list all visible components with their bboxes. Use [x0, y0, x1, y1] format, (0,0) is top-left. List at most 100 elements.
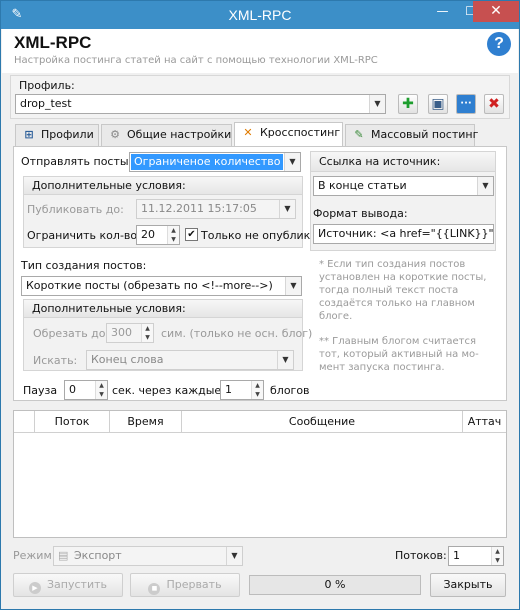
tab-mass-posting[interactable]: ✎ Массовый постинг — [345, 124, 479, 146]
only-unpublished-label: Только не опублик — [201, 229, 311, 242]
chevron-down-icon[interactable]: ▼ — [369, 95, 385, 113]
add-profile-button[interactable]: ✚ — [398, 94, 418, 114]
crosspost-icon: ✕ — [243, 126, 253, 139]
profile-label: Профиль: — [19, 79, 75, 92]
main-window: ✎ XML-RPC — ☐ ✕ XML-RPC Настройка постин… — [0, 0, 520, 610]
start-button[interactable]: ▶ Запустить — [13, 573, 123, 597]
title-bar[interactable]: ✎ XML-RPC — ☐ ✕ — [1, 1, 519, 29]
column-header[interactable]: Время — [110, 411, 182, 433]
crosspost-panel: Отправлять посты: Ограниченое количество… — [13, 146, 507, 401]
trim-unit-label: сим. (только не осн. блог) — [161, 327, 313, 340]
extra-conditions-2-title: Дополнительные условия: — [24, 300, 302, 318]
every-label: сек. через каждые — [112, 384, 222, 397]
output-format-label: Формат вывода: — [313, 207, 408, 220]
threads-value: 1 — [453, 549, 460, 562]
spinner-arrows-icon[interactable]: ▲ ▼ — [95, 381, 107, 399]
send-posts-value: Ограниченое количество — [131, 154, 283, 170]
mode-value: Экспорт — [74, 549, 122, 562]
column-header[interactable] — [14, 411, 35, 433]
threads-stepper[interactable]: 1 ▲ ▼ — [448, 546, 504, 566]
pause-value: 0 — [69, 383, 76, 396]
source-position-value: В конце статьи — [318, 179, 407, 192]
stop-label: Прервать — [166, 578, 222, 591]
post-type-select[interactable]: Короткие посты (обрезать по <!--more-->)… — [21, 276, 302, 296]
tab-general-settings[interactable]: ⚙ Общие настройки — [101, 124, 232, 146]
pencil-icon: ✎ — [354, 128, 364, 141]
table-header: Поток Время Сообщение Аттач — [14, 411, 506, 433]
output-format-field[interactable]: Источник: <a href="{{LINK}}">{{TI — [313, 224, 494, 244]
extra-conditions-2: Дополнительные условия: Обрезать до: 300… — [23, 299, 312, 371]
pause-label: Пауза — [23, 384, 58, 397]
source-link-group: Ссылка на источник: В конце статьи ▼ Фор… — [310, 151, 496, 251]
gear-icon: ⚙ — [110, 128, 120, 141]
stop-icon: ■ — [148, 583, 161, 595]
tab-label: Кросспостинг — [260, 126, 341, 139]
play-icon: ▶ — [29, 582, 41, 594]
spinner-arrows-icon[interactable]: ▲ ▼ — [491, 547, 503, 565]
every-stepper[interactable]: 1 ▲ ▼ — [220, 380, 264, 400]
send-posts-label: Отправлять посты: — [21, 155, 133, 168]
post-type-label: Тип создания постов: — [21, 259, 147, 272]
tab-label: Массовый постинг — [371, 128, 479, 141]
delete-profile-button[interactable]: ✖ — [484, 94, 504, 114]
spinner-arrows-icon[interactable]: ▲ ▼ — [167, 226, 179, 244]
limit-count-label: Ограничить кол-во: — [27, 229, 141, 242]
extra-conditions-1: Дополнительные условия: Публиковать до: … — [23, 176, 310, 248]
source-position-select[interactable]: В конце статьи ▼ — [313, 176, 494, 196]
column-header[interactable]: Сообщение — [182, 411, 463, 433]
page-subtitle: Настройка постинга статей на сайт с помо… — [14, 55, 378, 66]
log-table[interactable]: Поток Время Сообщение Аттач — [13, 410, 507, 538]
publish-until-value: 11.12.2011 15:17:05 — [141, 202, 257, 215]
post-type-value: Короткие посты (обрезать по <!--more-->) — [26, 279, 273, 292]
tab-label: Общие настройки — [127, 128, 232, 141]
tab-profiles[interactable]: ⊞ Профили — [15, 124, 99, 146]
chevron-down-icon[interactable]: ▼ — [285, 277, 301, 295]
close-window-button[interactable]: ✕ — [473, 1, 519, 22]
help-icon[interactable]: ? — [487, 32, 511, 56]
publish-until-field: 11.12.2011 15:17:05 ▼ — [136, 199, 296, 219]
minimize-button[interactable]: — — [429, 1, 456, 22]
column-header[interactable]: Аттач — [463, 411, 506, 433]
pause-stepper[interactable]: 0 ▲ ▼ — [64, 380, 108, 400]
mode-select: ▤ Экспорт ▼ — [53, 546, 243, 566]
progress-bar: 0 % — [249, 575, 421, 595]
tab-crossposting[interactable]: ✕ Кросспостинг — [234, 122, 343, 147]
search-value: Конец слова — [91, 353, 164, 366]
extra-conditions-1-title: Дополнительные условия: — [24, 177, 302, 195]
source-link-title: Ссылка на источник: — [311, 152, 495, 172]
close-button[interactable]: Закрыть — [430, 573, 506, 597]
note-main-blog: ** Главным блогом считается тот, который… — [319, 336, 479, 373]
chevron-down-icon[interactable]: ▼ — [284, 153, 300, 171]
spinner-arrows-icon[interactable]: ▲ ▼ — [251, 381, 263, 399]
chevron-down-icon: ▼ — [277, 351, 293, 369]
threads-label: Потоков: — [395, 549, 447, 562]
tab-label: Профили — [41, 128, 94, 141]
search-label: Искать: — [33, 354, 78, 367]
trim-to-stepper: 300 ▲ ▼ — [106, 323, 154, 343]
note-short-posts: * Если тип создания постов установлен на… — [319, 259, 487, 322]
more-button[interactable]: ··· — [456, 94, 476, 114]
profile-select[interactable]: drop_test ▼ — [15, 94, 386, 114]
column-header[interactable]: Поток — [35, 411, 110, 433]
stop-button[interactable]: ■ Прервать — [130, 573, 240, 597]
header: XML-RPC Настройка постинга статей на сай… — [2, 29, 518, 73]
only-unpublished-checkbox[interactable]: ✔ — [185, 228, 198, 241]
export-icon: ▤ — [58, 549, 69, 562]
progress-text: 0 % — [324, 578, 346, 591]
chevron-down-icon: ▼ — [279, 200, 295, 218]
trim-to-value: 300 — [111, 326, 132, 339]
limit-count-stepper[interactable]: 20 ▲ ▼ — [136, 225, 180, 245]
publish-until-label: Публиковать до: — [27, 203, 124, 216]
chevron-down-icon[interactable]: ▼ — [477, 177, 493, 195]
blogs-label: блогов — [270, 384, 310, 397]
page-title: XML-RPC — [14, 33, 92, 52]
send-posts-select[interactable]: Ограниченое количество ▼ — [129, 152, 301, 172]
chevron-down-icon: ▼ — [226, 547, 242, 565]
search-select: Конец слова ▼ — [86, 350, 294, 370]
limit-count-value: 20 — [141, 228, 155, 241]
profiles-icon: ⊞ — [24, 128, 34, 141]
save-profile-button[interactable]: ▣ — [428, 94, 448, 114]
profile-value: drop_test — [20, 97, 72, 110]
spinner-arrows-icon: ▲ ▼ — [141, 324, 153, 342]
start-label: Запустить — [47, 578, 107, 591]
